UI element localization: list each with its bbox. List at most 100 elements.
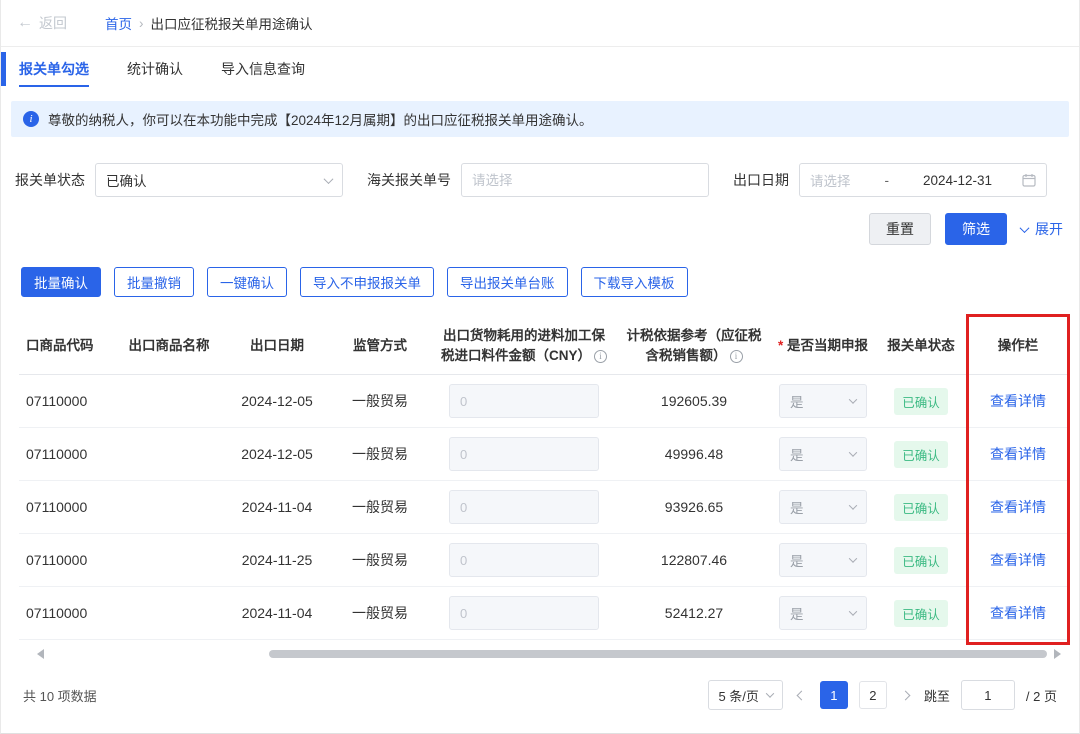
bonded-material-amount-input[interactable] — [449, 384, 599, 418]
current-period-select[interactable]: 是 — [779, 596, 867, 630]
bonded-material-amount-input[interactable] — [449, 437, 599, 471]
page-button-1[interactable]: 1 — [820, 681, 848, 709]
tab-label: 报关单勾选 — [19, 59, 89, 79]
date-start-placeholder: 请选择 — [810, 170, 851, 190]
action-button-3[interactable]: 一键确认 — [207, 267, 287, 297]
chevron-left-icon — [796, 690, 806, 700]
cell-product-code: 07110000 — [19, 393, 111, 409]
bonded-material-amount-input[interactable] — [449, 596, 599, 630]
status-badge: 已确认 — [894, 547, 948, 574]
table-header: 口商品代码出口商品名称出口日期监管方式出口货物耗用的进料加工保税进口料件金额（C… — [19, 317, 1067, 375]
breadcrumb-separator: › — [139, 16, 144, 31]
breadcrumb-home-link[interactable]: 首页 — [105, 13, 132, 33]
customs-no-input[interactable] — [461, 163, 709, 197]
page-button-2[interactable]: 2 — [859, 681, 887, 709]
calendar-icon — [1022, 173, 1036, 187]
cell-supervision-mode: 一般贸易 — [327, 391, 433, 411]
cell-product-code: 07110000 — [19, 552, 111, 568]
page: ← 返回 首页 › 出口应征税报关单用途确认 报关单勾选 统计确认 导入信息查询… — [0, 0, 1080, 734]
jump-page-input[interactable] — [961, 680, 1015, 710]
back-arrow-icon: ← — [17, 14, 33, 32]
filter-customs-no-group: 海关报关单号 — [367, 163, 709, 197]
prev-page-button[interactable] — [794, 688, 809, 703]
filter-export-date-label: 出口日期 — [733, 170, 789, 190]
view-detail-link[interactable]: 查看详情 — [990, 393, 1046, 409]
status-badge: 已确认 — [894, 441, 948, 468]
bonded-material-amount-input[interactable] — [449, 490, 599, 524]
declarations-table: 口商品代码出口商品名称出口日期监管方式出口货物耗用的进料加工保税进口料件金额（C… — [19, 317, 1067, 640]
tab-import-info-query[interactable]: 导入信息查询 — [221, 47, 305, 91]
current-period-value: 是 — [790, 497, 804, 517]
breadcrumb-current: 出口应征税报关单用途确认 — [151, 13, 313, 33]
total-count-text: 共 10 项数据 — [23, 686, 97, 705]
filter-row: 报关单状态 已确认 海关报关单号 出口日期 请选择 - 2024-12-31 — [1, 163, 1079, 197]
notice-banner: i 尊敬的纳税人，你可以在本功能中完成【2024年12月属期】的出口应征税报关单… — [11, 101, 1069, 137]
cell-product-code: 07110000 — [19, 446, 111, 462]
table-row: 071100002024-11-04一般贸易93926.65是已确认查看详情 — [19, 481, 1067, 534]
current-period-value: 是 — [790, 550, 804, 570]
page-size-select[interactable]: 5 条/页 — [708, 680, 782, 710]
filter-button[interactable]: 筛选 — [945, 213, 1007, 245]
table-row: 071100002024-12-05一般贸易192605.39是已确认查看详情 — [19, 375, 1067, 428]
view-detail-link[interactable]: 查看详情 — [990, 446, 1046, 462]
total-pages-text: / 2 页 — [1026, 686, 1057, 705]
current-period-value: 是 — [790, 603, 804, 623]
next-page-button[interactable] — [898, 688, 913, 703]
chevron-down-icon — [766, 689, 774, 697]
chevron-down-icon — [849, 395, 857, 403]
notice-text: 尊敬的纳税人，你可以在本功能中完成【2024年12月属期】的出口应征税报关单用途… — [48, 109, 593, 129]
tab-statistics-confirm[interactable]: 统计确认 — [127, 47, 183, 91]
chevron-down-icon — [849, 501, 857, 509]
action-button-6[interactable]: 下载导入模板 — [581, 267, 688, 297]
view-detail-link[interactable]: 查看详情 — [990, 605, 1046, 621]
column-header-9: 操作栏 — [969, 330, 1067, 362]
cell-supervision-mode: 一般贸易 — [327, 550, 433, 570]
breadcrumb: 首页 › 出口应征税报关单用途确认 — [105, 13, 313, 33]
scroll-right-arrow-icon[interactable] — [1054, 649, 1061, 659]
action-button-5[interactable]: 导出报关单台账 — [447, 267, 568, 297]
current-period-value: 是 — [790, 391, 804, 411]
filter-status-label: 报关单状态 — [15, 170, 85, 190]
footer: 共 10 项数据 5 条/页 1 2 跳至 / 2 页 — [23, 680, 1057, 710]
column-header-1: 口商品代码 — [19, 330, 111, 362]
bonded-material-amount-input[interactable] — [449, 543, 599, 577]
cell-tax-base: 122807.46 — [615, 552, 773, 568]
action-button-4[interactable]: 导入不申报报关单 — [300, 267, 434, 297]
current-period-select[interactable]: 是 — [779, 543, 867, 577]
date-end-value: 2024-12-31 — [923, 173, 992, 188]
required-asterisk: * — [778, 338, 787, 353]
chevron-down-icon — [849, 607, 857, 615]
column-header-4: 监管方式 — [327, 330, 433, 362]
cell-export-date: 2024-11-25 — [227, 552, 327, 568]
current-period-select[interactable]: 是 — [779, 490, 867, 524]
export-date-range[interactable]: 请选择 - 2024-12-31 — [799, 163, 1047, 197]
view-detail-link[interactable]: 查看详情 — [990, 499, 1046, 515]
current-period-select[interactable]: 是 — [779, 384, 867, 418]
back-button[interactable]: ← 返回 — [17, 13, 67, 33]
scrollbar-thumb[interactable] — [269, 650, 1047, 658]
cell-supervision-mode: 一般贸易 — [327, 603, 433, 623]
chevron-right-icon — [900, 690, 910, 700]
info-icon: i — [594, 350, 607, 363]
cell-tax-base: 192605.39 — [615, 393, 773, 409]
cell-tax-base: 49996.48 — [615, 446, 773, 462]
info-icon: i — [23, 111, 39, 127]
action-bar: 批量确认批量撤销一键确认导入不申报报关单导出报关单台账下载导入模板 — [21, 267, 1079, 297]
page-size-value: 5 条/页 — [718, 686, 758, 705]
jump-label: 跳至 — [924, 686, 950, 705]
current-period-select[interactable]: 是 — [779, 437, 867, 471]
column-header-7: * 是否当期申报 — [773, 330, 873, 362]
expand-label: 展开 — [1035, 219, 1063, 239]
date-range-separator: - — [884, 173, 889, 188]
tab-bar: 报关单勾选 统计确认 导入信息查询 — [1, 47, 1079, 91]
status-select[interactable]: 已确认 — [95, 163, 343, 197]
action-button-1[interactable]: 批量确认 — [21, 267, 101, 297]
scroll-left-arrow-icon[interactable] — [37, 649, 44, 659]
reset-button[interactable]: 重置 — [869, 213, 931, 245]
expand-toggle[interactable]: 展开 — [1021, 219, 1063, 239]
action-button-2[interactable]: 批量撤销 — [114, 267, 194, 297]
table-body: 071100002024-12-05一般贸易192605.39是已确认查看详情0… — [19, 375, 1067, 640]
cell-supervision-mode: 一般贸易 — [327, 497, 433, 517]
tab-declaration-check[interactable]: 报关单勾选 — [19, 47, 89, 91]
view-detail-link[interactable]: 查看详情 — [990, 552, 1046, 568]
